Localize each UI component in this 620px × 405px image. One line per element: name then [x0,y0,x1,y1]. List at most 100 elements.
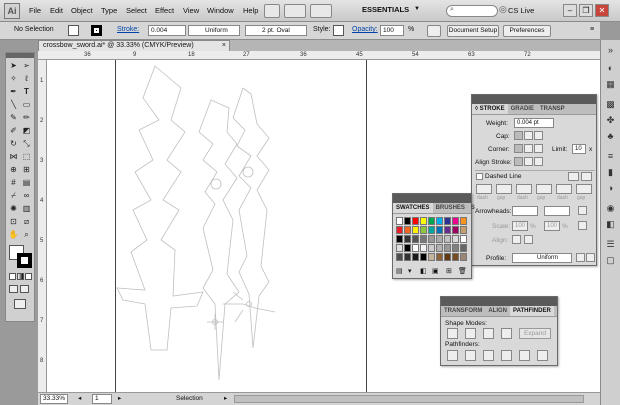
align-inside-icon[interactable] [524,157,533,166]
eraser-tool-icon[interactable]: ◩ [21,125,32,136]
tab-stroke[interactable]: ◊ STROKE [472,104,508,114]
swatch[interactable] [436,235,443,243]
tab-gradient[interactable]: GRADIE [508,104,537,114]
swatch[interactable] [452,226,459,234]
stroke-swatch[interactable] [91,25,102,36]
appearance-panel-icon[interactable]: ◉ [604,202,617,215]
swatch[interactable] [460,244,467,252]
rotate-tool-icon[interactable]: ↻ [8,138,19,149]
menu-type[interactable]: Type [101,6,117,15]
menu-select[interactable]: Select [126,6,147,15]
end-scale-field[interactable]: 100 [544,221,560,231]
width-tool-icon[interactable]: ⋈ [8,151,19,162]
artboards-panel-icon[interactable]: ▢ [604,254,617,267]
preferences-button[interactable]: Preferences [503,25,551,37]
free-transform-tool-icon[interactable]: ⬚ [21,151,32,162]
direct-selection-tool-icon[interactable]: ➢ [21,60,32,71]
divide-icon[interactable] [447,350,458,361]
eyedropper-tool-icon[interactable]: ⌿ [8,190,19,201]
swatch[interactable] [460,253,467,261]
perspective-grid-tool-icon[interactable]: ⊞ [21,164,32,175]
close-button[interactable]: ✕ [595,4,609,17]
swatch[interactable] [396,226,403,234]
minimize-button[interactable]: – [563,4,577,17]
intersect-icon[interactable] [483,328,494,339]
round-join-icon[interactable] [524,144,533,153]
vertical-ruler[interactable]: 1 2 3 4 5 6 7 8 [38,60,47,392]
swatch[interactable] [428,217,435,225]
swatch[interactable] [412,235,419,243]
swatch[interactable] [420,235,427,243]
scale-tool-icon[interactable]: ⤡ [21,138,32,149]
none-mode-icon[interactable] [25,273,32,280]
swatch[interactable] [420,244,427,252]
swatch[interactable] [412,226,419,234]
weight-field[interactable]: 0.004 pt [514,118,554,128]
stroke-weight-field[interactable]: 0.004 [148,25,186,36]
transparency-panel-icon[interactable]: ◑ [604,182,617,195]
line-tool-icon[interactable]: ╲ [8,99,19,110]
swatch[interactable] [404,226,411,234]
color-panel-icon[interactable]: ◐ [604,62,617,75]
minus-front-icon[interactable] [465,328,476,339]
color-mode-icon[interactable] [9,273,16,280]
tab-symbols[interactable]: S [468,203,478,213]
gap-field-3[interactable] [576,184,592,194]
swatch[interactable] [412,217,419,225]
align-outside-icon[interactable] [534,157,543,166]
menu-file[interactable]: File [29,6,41,15]
slice-tool-icon[interactable]: ⧄ [21,216,32,227]
dash-field-1[interactable] [476,184,492,194]
zoom-tool-icon[interactable]: ⌕ [21,229,32,240]
draw-normal-icon[interactable] [9,285,18,293]
menu-effect[interactable]: Effect [155,6,174,15]
swap-arrowheads-icon[interactable] [578,206,587,215]
tab-transparency[interactable]: TRANSP [537,104,568,114]
graph-tool-icon[interactable]: ▥ [21,203,32,214]
swatch[interactable] [428,244,435,252]
preserve-dash-icon[interactable] [568,172,579,181]
next-artboard-icon[interactable]: ▸ [118,394,121,402]
stroke-panel-header[interactable] [472,95,596,104]
swatch[interactable] [444,235,451,243]
swatch[interactable] [444,226,451,234]
blob-brush-tool-icon[interactable]: ✐ [8,125,19,136]
prev-artboard-icon[interactable]: ◂ [78,394,81,402]
symbols-panel-icon[interactable]: ♣ [604,130,617,143]
dashed-line-checkbox[interactable] [476,173,483,180]
swatch[interactable] [428,253,435,261]
new-swatch-icon[interactable]: ⊞ [446,267,452,275]
arrow-tip-at-end-icon[interactable] [524,235,533,244]
swatch[interactable] [404,244,411,252]
swatch[interactable] [460,217,467,225]
graphic-style-swatch[interactable] [333,25,344,36]
stroke-panel-icon[interactable]: ≡ [604,150,617,163]
paintbrush-tool-icon[interactable]: ✎ [8,112,19,123]
swatch[interactable] [404,235,411,243]
menu-help[interactable]: Help [243,6,258,15]
tab-transform[interactable]: TRANSFORM [441,306,485,316]
document-tab[interactable]: crossbow_sword.ai* @ 33.33% (CMYK/Previe… [38,40,230,51]
type-tool-icon[interactable]: T [21,86,32,97]
swatch[interactable] [396,235,403,243]
dash-field-2[interactable] [516,184,532,194]
swatch[interactable] [404,253,411,261]
crop-icon[interactable] [501,350,512,361]
new-color-group-icon[interactable]: ▣ [432,267,439,275]
blend-tool-icon[interactable]: ∞ [21,190,32,201]
recolor-icon[interactable] [427,25,441,37]
merge-icon[interactable] [483,350,494,361]
swatch[interactable] [396,217,403,225]
round-cap-icon[interactable] [524,131,533,140]
pencil-tool-icon[interactable]: ✏ [21,112,32,123]
flip-along-icon[interactable] [576,253,585,262]
gradient-panel-icon[interactable]: ▮ [604,166,617,179]
align-center-icon[interactable] [514,157,523,166]
hand-tool-icon[interactable]: ✋ [8,229,19,240]
swatch[interactable] [420,217,427,225]
swatch[interactable] [460,235,467,243]
start-arrowhead-select[interactable] [512,206,538,216]
menu-edit[interactable]: Edit [50,6,63,15]
swatch[interactable] [412,244,419,252]
status-menu-icon[interactable]: ▸ [224,394,227,402]
